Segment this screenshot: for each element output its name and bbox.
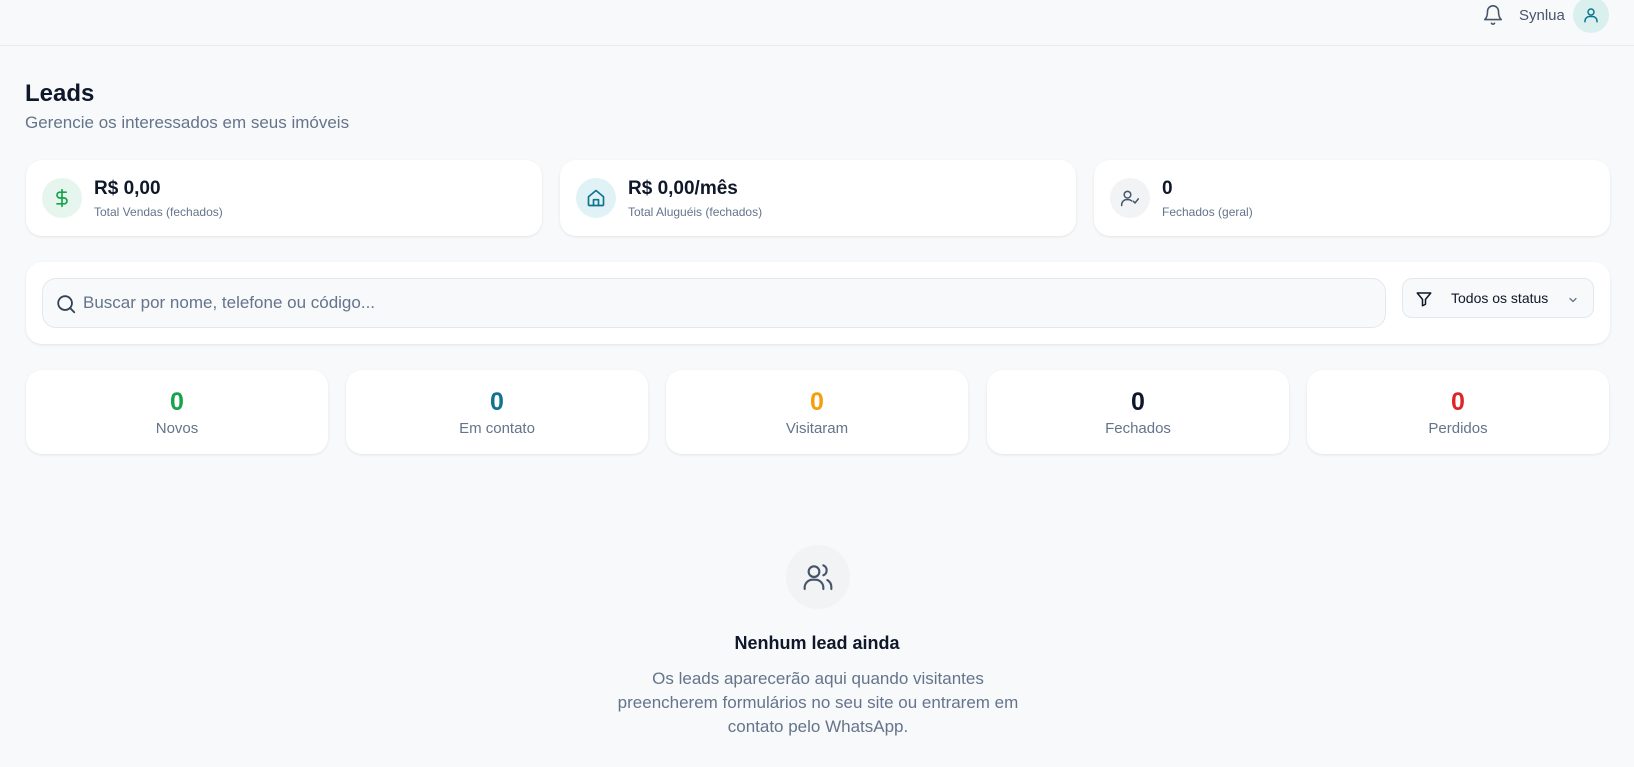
stat-label: Total Aluguéis (fechados) bbox=[628, 205, 763, 219]
status-filter-value: Todos os status bbox=[1451, 290, 1549, 306]
empty-state-title: Nenhum lead ainda bbox=[734, 633, 900, 653]
status-card-perdidos[interactable]: 0 Perdidos bbox=[1307, 370, 1609, 454]
status-label: Fechados bbox=[1105, 420, 1171, 437]
status-card-novos[interactable]: 0 Novos bbox=[26, 370, 328, 454]
home-icon bbox=[576, 178, 616, 218]
empty-state-icon bbox=[786, 545, 850, 609]
status-count: 0 bbox=[170, 388, 184, 416]
status-count: 0 bbox=[490, 388, 504, 416]
status-card-fechados[interactable]: 0 Fechados bbox=[987, 370, 1289, 454]
search-filter-bar: Todos os status bbox=[26, 262, 1610, 344]
bell-icon[interactable] bbox=[1482, 4, 1504, 26]
status-label: Visitaram bbox=[785, 420, 849, 437]
stat-value: R$ 0,00/mês bbox=[628, 178, 738, 199]
status-count: 0 bbox=[810, 388, 824, 416]
top-bar: Synlua bbox=[0, 0, 1634, 46]
status-card-em-contato[interactable]: 0 Em contato bbox=[346, 370, 648, 454]
status-count: 0 bbox=[1131, 388, 1145, 416]
page-subtitle: Gerencie os interessados em seus imóveis bbox=[25, 113, 350, 132]
username[interactable]: Synlua bbox=[1519, 7, 1565, 24]
search-icon bbox=[55, 293, 77, 315]
stat-label: Total Vendas (fechados) bbox=[94, 205, 223, 219]
status-card-visitaram[interactable]: 0 Visitaram bbox=[666, 370, 968, 454]
chevron-down-icon bbox=[1567, 293, 1579, 305]
status-label: Novos bbox=[155, 420, 199, 437]
avatar[interactable] bbox=[1573, 0, 1609, 33]
users-icon bbox=[803, 564, 833, 591]
stat-value: R$ 0,00 bbox=[94, 178, 161, 199]
user-check-icon bbox=[1110, 178, 1150, 218]
stat-card-rentals: R$ 0,00/mês Total Aluguéis (fechados) bbox=[560, 160, 1076, 236]
stat-label: Fechados (geral) bbox=[1162, 205, 1253, 219]
empty-state-description: Os leads aparecerão aqui quando visitant… bbox=[617, 669, 1019, 736]
dollar-icon bbox=[42, 178, 82, 218]
stat-card-closed: 0 Fechados (geral) bbox=[1094, 160, 1610, 236]
status-count: 0 bbox=[1451, 388, 1465, 416]
status-filter-select[interactable]: Todos os status bbox=[1402, 278, 1594, 318]
status-label: Em contato bbox=[459, 420, 535, 437]
stat-card-sales: R$ 0,00 Total Vendas (fechados) bbox=[26, 160, 542, 236]
search-field[interactable] bbox=[42, 278, 1386, 328]
user-icon bbox=[1584, 8, 1598, 23]
status-label: Perdidos bbox=[1428, 420, 1488, 437]
filter-icon bbox=[1415, 290, 1433, 308]
page-title: Leads bbox=[25, 80, 95, 107]
stat-value: 0 bbox=[1162, 178, 1173, 199]
search-input[interactable] bbox=[83, 279, 1373, 327]
